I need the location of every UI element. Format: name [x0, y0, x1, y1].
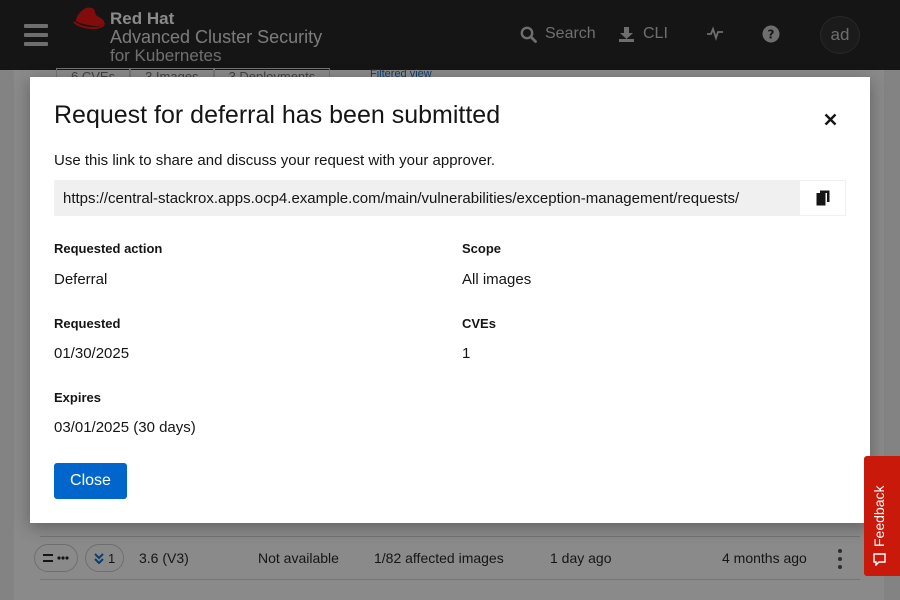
modal-title: Request for deferral has been submitted	[54, 101, 501, 129]
close-icon[interactable]	[818, 107, 842, 131]
cves-label: CVEs	[462, 316, 496, 331]
scope-label: Scope	[462, 241, 502, 256]
cves-value: 1	[462, 345, 471, 362]
copy-icon	[816, 190, 830, 206]
request-submitted-modal: Request for deferral has been submitted …	[30, 77, 870, 523]
feedback-tab[interactable]: Feedback	[864, 456, 900, 576]
requested-value: 01/30/2025	[54, 345, 130, 362]
requested-action-label: Requested action	[54, 241, 163, 256]
scope-value: All images	[462, 271, 532, 288]
feedback-icon	[872, 553, 886, 566]
share-link-input[interactable]	[55, 181, 800, 215]
requested-action-value: Deferral	[54, 271, 108, 288]
feedback-label: Feedback	[871, 485, 887, 547]
expires-label: Expires	[54, 390, 101, 405]
requested-label: Requested	[54, 316, 121, 331]
share-link-clipboard	[54, 180, 846, 216]
expires-value: 03/01/2025 (30 days)	[54, 419, 196, 436]
close-button[interactable]: Close	[54, 463, 127, 499]
modal-description: Use this link to share and discuss your …	[54, 152, 496, 169]
copy-button[interactable]	[799, 181, 845, 215]
